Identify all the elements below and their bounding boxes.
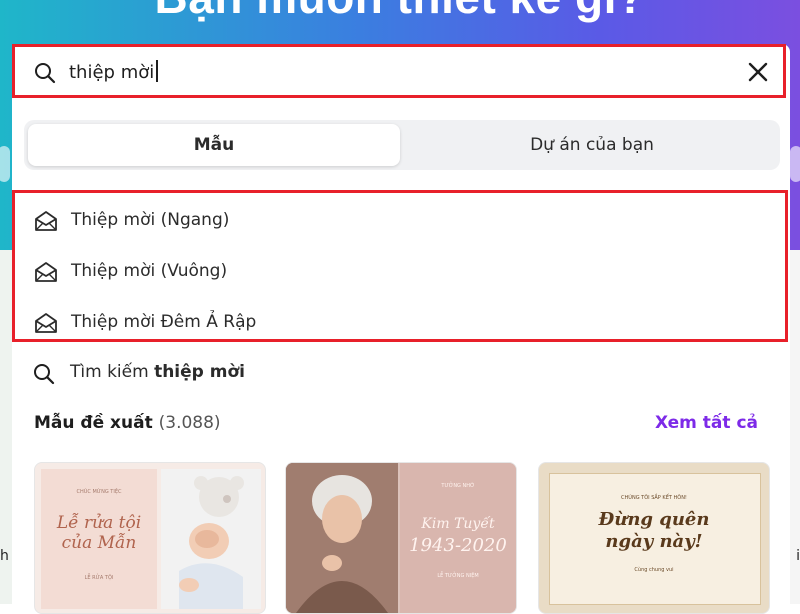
- section-title: Mẫu đề xuất (3.088): [34, 413, 221, 433]
- card-small-text: LỄ TƯỞNG NIỆM: [412, 573, 504, 579]
- search-all-link[interactable]: Tìm kiếm thiệp mời: [24, 356, 524, 390]
- search-input-value: thiệp mời: [69, 62, 154, 83]
- search-all-query: thiệp mời: [154, 362, 245, 382]
- card-script-line: ngày này!: [549, 531, 759, 553]
- card-script-line: Đừng quên: [549, 509, 759, 531]
- card-script-line: của Mẫn: [45, 533, 153, 553]
- card-name-text: Kim Tuyết: [400, 516, 516, 532]
- tab-your-projects[interactable]: Dự án của bạn: [404, 124, 780, 166]
- card-small-text: CHÚNG TÔI SẮP KẾT HÔN!: [549, 495, 759, 501]
- search-all-label: Tìm kiếm thiệp mời: [70, 362, 245, 382]
- background-text-fragment: h: [0, 548, 9, 564]
- search-all-prefix: Tìm kiếm: [70, 362, 149, 382]
- search-icon: [32, 362, 56, 386]
- hero-title: Bạn muốn thiết kế gì?: [0, 0, 800, 24]
- suggestion-item[interactable]: Thiệp mời (Ngang): [15, 201, 775, 241]
- suggestion-list: Thiệp mời (Ngang) Thiệp mời (Vuông) Thiệ…: [12, 190, 788, 342]
- card-script-text: Lễ rửa tội của Mẫn: [45, 513, 153, 553]
- suggestion-label: Thiệp mời Đêm Ả Rập: [71, 312, 256, 332]
- close-icon[interactable]: [745, 59, 771, 85]
- template-card[interactable]: CHÚC MỪNG TIỆC Lễ rửa tội của Mẫn LỄ RỬA…: [34, 462, 266, 614]
- suggestion-item[interactable]: Thiệp mời Đêm Ả Rập: [15, 303, 775, 343]
- card-small-text: LỄ RỬA TỘI: [45, 575, 153, 581]
- card-photo-baby: [161, 469, 261, 609]
- card-small-text: Cùng chung vui: [549, 567, 759, 573]
- template-count: (3.088): [159, 413, 221, 433]
- card-script-text: Đừng quên ngày này!: [549, 509, 759, 553]
- search-bar[interactable]: thiệp mời: [12, 44, 786, 98]
- card-small-text: CHÚC MỪNG TIỆC: [45, 489, 153, 495]
- search-icon: [33, 61, 57, 85]
- background-shape: [790, 146, 800, 182]
- card-years-text: 1943-2020: [400, 535, 516, 556]
- card-small-text: TƯỞNG NHỚ: [412, 483, 504, 489]
- text-caret: [156, 60, 158, 82]
- section-title-text: Mẫu đề xuất: [34, 413, 153, 433]
- see-all-link[interactable]: Xem tất cả: [655, 413, 758, 433]
- portrait-illustration: [286, 463, 398, 613]
- template-card[interactable]: TƯỞNG NHỚ Kim Tuyết 1943-2020 LỄ TƯỞNG N…: [285, 462, 517, 614]
- baby-illustration: [161, 469, 261, 609]
- tab-templates[interactable]: Mẫu: [28, 124, 400, 166]
- suggestion-label: Thiệp mời (Vuông): [71, 261, 227, 281]
- envelope-icon: [33, 260, 59, 284]
- suggestion-item[interactable]: Thiệp mời (Vuông): [15, 252, 775, 292]
- search-input[interactable]: thiệp mời: [69, 58, 669, 88]
- card-script-line: Lễ rửa tội: [45, 513, 153, 533]
- envelope-icon: [33, 209, 59, 233]
- template-card[interactable]: CHÚNG TÔI SẮP KẾT HÔN! Đừng quên ngày nà…: [538, 462, 770, 614]
- card-photo-portrait: [286, 463, 398, 613]
- background-text-fragment: i: [796, 548, 800, 564]
- envelope-icon: [33, 311, 59, 335]
- background-shape: [0, 146, 10, 182]
- suggestion-label: Thiệp mời (Ngang): [71, 210, 229, 230]
- tab-bar: Mẫu Dự án của bạn: [24, 120, 780, 170]
